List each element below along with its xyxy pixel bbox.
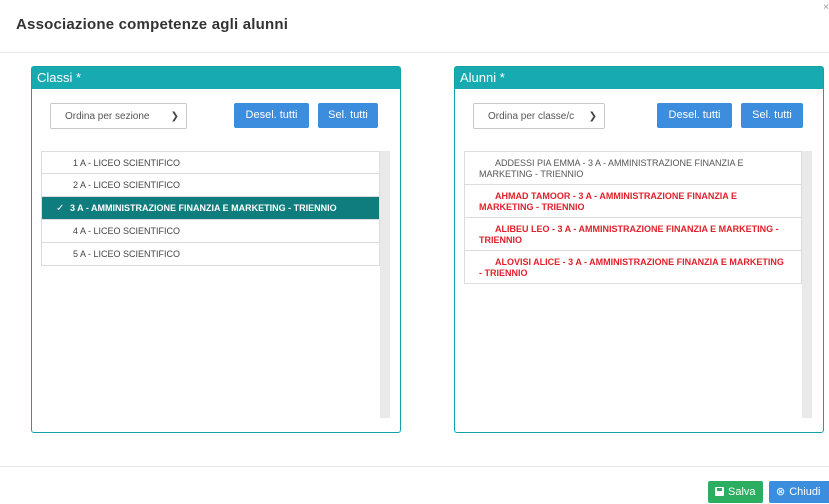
alunni-scrollbar[interactable] — [802, 151, 812, 418]
save-label: Salva — [728, 486, 756, 498]
classi-select-all-button[interactable]: Sel. tutti — [318, 103, 378, 128]
alunni-list-item[interactable]: ALOVISI ALICE - 3 A - AMMINISTRAZIONE FI… — [464, 251, 802, 284]
alunni-item-label: AHMAD TAMOOR - 3 A - AMMINISTRAZIONE FIN… — [479, 191, 737, 212]
classi-deselect-all-button[interactable]: Desel. tutti — [234, 103, 309, 128]
classi-sort-value: Ordina per sezione — [65, 111, 150, 122]
close-button[interactable]: ⊗ Chiudi — [769, 481, 829, 503]
alunni-item-label: ALIBEU LEO - 3 A - AMMINISTRAZIONE FINAN… — [479, 224, 779, 245]
chevron-down-icon: ❯ — [588, 111, 597, 122]
classi-item-label: 1 A - LICEO SCIENTIFICO — [73, 158, 181, 168]
classi-scrollbar[interactable] — [380, 151, 390, 418]
classi-panel: Classi * Ordina per sezione ❯ Desel. tut… — [31, 66, 401, 433]
alunni-list-item[interactable]: ADDESSI PIA EMMA - 3 A - AMMINISTRAZIONE… — [464, 151, 802, 185]
classi-panel-header: Classi * — [32, 67, 400, 89]
alunni-list-item[interactable]: AHMAD TAMOOR - 3 A - AMMINISTRAZIONE FIN… — [464, 185, 802, 218]
alunni-sort-value: Ordina per classe/c — [488, 111, 575, 122]
close-icon[interactable]: × — [823, 2, 829, 13]
classi-list-item[interactable]: 4 A - LICEO SCIENTIFICO — [41, 220, 380, 243]
classi-list-item[interactable]: ✓ 3 A - AMMINISTRAZIONE FINANZIA E MARKET… — [41, 197, 380, 220]
alunni-list-item[interactable]: ALIBEU LEO - 3 A - AMMINISTRAZIONE FINAN… — [464, 218, 802, 251]
checkmark-icon: ✓ — [56, 203, 65, 214]
classi-item-label: 3 A - AMMINISTRAZIONE FINANZIA E MARKETI… — [70, 203, 337, 213]
save-button[interactable]: Salva — [708, 481, 763, 503]
alunni-panel-header: Alunni * — [455, 67, 823, 89]
alunni-panel: Alunni * Ordina per classe/c ❯ Desel. tu… — [454, 66, 824, 433]
alunni-item-label: ALOVISI ALICE - 3 A - AMMINISTRAZIONE FI… — [479, 257, 784, 278]
alunni-select-all-button[interactable]: Sel. tutti — [741, 103, 803, 128]
classi-item-label: 2 A - LICEO SCIENTIFICO — [73, 180, 181, 190]
close-circle-icon: ⊗ — [776, 486, 786, 498]
save-icon — [715, 487, 724, 496]
close-label: Chiudi — [789, 486, 821, 498]
classi-item-label: 4 A - LICEO SCIENTIFICO — [73, 226, 181, 236]
alunni-sort-select[interactable]: Ordina per classe/c ❯ — [473, 103, 605, 129]
alunni-item-label: ADDESSI PIA EMMA - 3 A - AMMINISTRAZIONE… — [479, 158, 744, 179]
footer-divider — [0, 466, 829, 467]
alunni-list: ADDESSI PIA EMMA - 3 A - AMMINISTRAZIONE… — [464, 151, 802, 418]
classi-list-item[interactable]: 1 A - LICEO SCIENTIFICO — [41, 151, 380, 174]
classi-list-item[interactable]: 5 A - LICEO SCIENTIFICO — [41, 243, 380, 266]
modal-title: Associazione competenze agli alunni — [16, 16, 289, 33]
classi-sort-select[interactable]: Ordina per sezione ❯ — [50, 103, 187, 129]
chevron-down-icon: ❯ — [170, 111, 179, 122]
classi-list: 1 A - LICEO SCIENTIFICO 2 A - LICEO SCIEN… — [41, 151, 380, 418]
alunni-deselect-all-button[interactable]: Desel. tutti — [657, 103, 732, 128]
classi-list-item[interactable]: 2 A - LICEO SCIENTIFICO — [41, 174, 380, 197]
classi-item-label: 5 A - LICEO SCIENTIFICO — [73, 249, 181, 259]
header-divider — [0, 52, 829, 53]
